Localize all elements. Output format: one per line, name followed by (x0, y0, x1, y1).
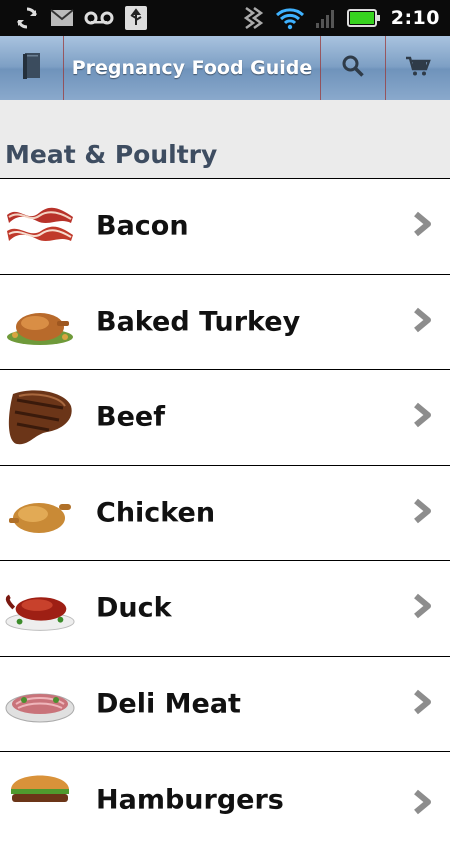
chevron-right-icon (412, 593, 434, 623)
signal-icon (315, 7, 337, 29)
status-bar: 2:10 (0, 0, 450, 36)
cart-button[interactable] (386, 36, 450, 100)
app-title: Pregnancy Food Guide (71, 57, 313, 79)
chevron-right-icon (412, 402, 434, 432)
list-item-bacon[interactable]: Bacon (0, 178, 450, 274)
list-item-beef[interactable]: Beef (0, 369, 450, 465)
list-item-baked-turkey[interactable]: Baked Turkey (0, 273, 450, 369)
sync-icon (14, 5, 40, 31)
list-item-label: Hamburgers (96, 784, 284, 816)
list-item-label: Baked Turkey (96, 306, 301, 338)
chevron-right-icon (412, 498, 434, 528)
list-item-label: Deli Meat (96, 688, 241, 720)
chevron-right-icon (412, 689, 434, 719)
list-item-label: Duck (96, 592, 172, 624)
book-icon (22, 52, 42, 84)
hamburger-image (4, 761, 76, 823)
list-item-label: Chicken (96, 497, 216, 529)
search-icon (341, 54, 365, 82)
food-list: Bacon Baked Turkey Beef Chicken Duck Del… (0, 178, 450, 847)
voicemail-icon (84, 10, 114, 26)
wifi-icon (275, 6, 305, 30)
list-item-label: Bacon (96, 210, 189, 242)
app-toolbar: Pregnancy Food Guide (0, 36, 450, 101)
usb-icon (124, 5, 148, 31)
list-item-deli-meat[interactable]: Deli Meat (0, 655, 450, 751)
chevron-right-icon (412, 789, 434, 819)
list-item-label: Beef (96, 401, 165, 433)
list-item-chicken[interactable]: Chicken (0, 464, 450, 560)
list-item-hamburgers[interactable]: Hamburgers (0, 751, 450, 847)
toolbar-title-area: Pregnancy Food Guide (64, 36, 320, 100)
book-button[interactable] (0, 36, 63, 100)
chicken-image (4, 482, 76, 544)
search-button[interactable] (321, 36, 385, 100)
battery-icon (346, 8, 381, 28)
chevron-right-icon (412, 307, 434, 337)
beef-image (4, 386, 76, 448)
chevron-right-icon (412, 211, 434, 241)
gmail-icon (50, 9, 74, 27)
cart-icon (405, 55, 431, 81)
section-header: Meat & Poultry (0, 100, 450, 178)
bacon-image (4, 195, 76, 257)
wireless-icon (243, 6, 265, 30)
status-clock: 2:10 (390, 7, 440, 29)
deli-meat-image (4, 673, 76, 735)
section-title: Meat & Poultry (5, 140, 218, 169)
list-item-duck[interactable]: Duck (0, 560, 450, 656)
baked-turkey-image (4, 291, 76, 353)
duck-image (4, 577, 76, 639)
